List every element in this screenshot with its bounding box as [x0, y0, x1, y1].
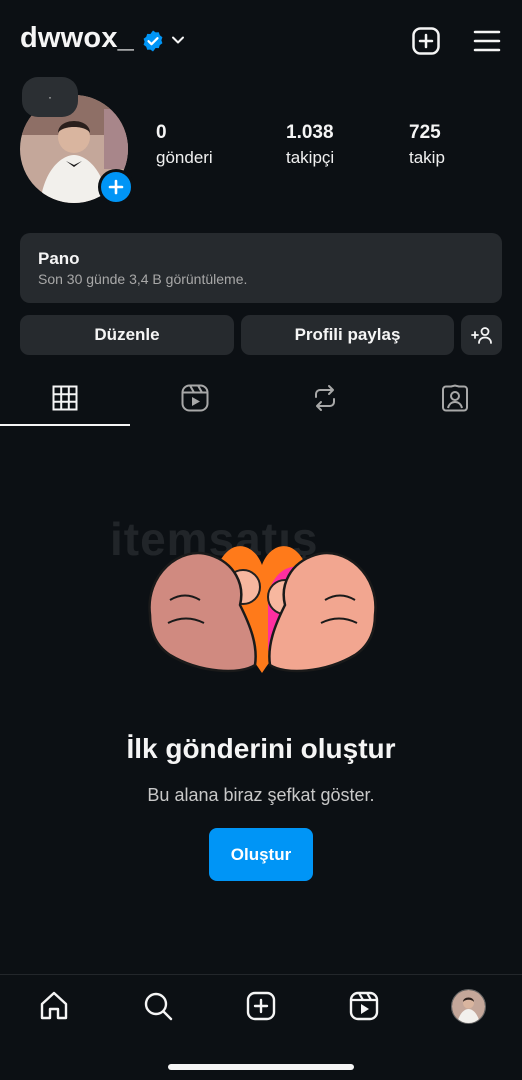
dashboard-card[interactable]: Pano Son 30 günde 3,4 B görüntüleme. [20, 233, 502, 303]
following-count: 725 [409, 122, 441, 143]
following-label: takip [409, 148, 445, 167]
add-person-button[interactable] [461, 315, 502, 355]
add-story-button[interactable] [98, 169, 134, 205]
top-bar: dwwox_ [0, 0, 522, 84]
share-profile-button[interactable]: Profili paylaş [241, 315, 454, 355]
tab-grid[interactable] [0, 370, 130, 426]
dashboard-title: Pano [38, 249, 80, 268]
posts-label: gönderi [156, 148, 213, 167]
followers-label: takipçi [286, 148, 335, 167]
new-post-icon[interactable] [411, 26, 441, 56]
tagged-icon [442, 384, 468, 412]
chevron-down-icon[interactable] [170, 32, 186, 48]
home-icon [40, 991, 68, 1020]
edit-profile-button[interactable]: Düzenle [20, 315, 234, 355]
home-indicator[interactable] [168, 1064, 354, 1070]
create-button[interactable]: Oluştur [209, 828, 313, 881]
nav-profile-avatar[interactable] [451, 989, 486, 1024]
followers-stat[interactable]: 1.038 takipçi [286, 122, 334, 168]
posts-count: 0 [156, 122, 167, 143]
nav-create[interactable] [244, 989, 278, 1023]
reels-icon [181, 384, 209, 412]
empty-state-subtitle: Bu alana biraz şefkat göster. [147, 785, 375, 805]
followers-count: 1.038 [286, 122, 334, 143]
tab-tagged[interactable] [390, 370, 520, 426]
reels-nav-icon [349, 991, 379, 1021]
nav-search[interactable] [141, 989, 175, 1023]
note-bubble[interactable]: · [22, 77, 78, 117]
profile-tabs [0, 370, 522, 426]
profile-avatar-area: · [20, 77, 134, 205]
tab-reposts[interactable] [260, 370, 390, 426]
following-stat[interactable]: 725 takip [409, 122, 445, 168]
nav-home[interactable] [37, 989, 71, 1023]
create-icon [246, 991, 276, 1021]
active-tab-indicator [0, 424, 130, 426]
dashboard-subtitle: Son 30 günde 3,4 B görüntüleme. [38, 271, 248, 287]
heart-hands-illustration [148, 546, 377, 673]
bottom-nav-divider [0, 974, 522, 975]
username-title[interactable]: dwwox_ [20, 22, 134, 55]
menu-icon[interactable] [472, 26, 502, 56]
verified-badge-icon [143, 30, 163, 52]
empty-state-title: İlk gönderini oluştur [126, 733, 396, 764]
tab-reels[interactable] [130, 370, 260, 426]
nav-reels[interactable] [347, 989, 381, 1023]
posts-stat[interactable]: 0 gönderi [156, 122, 213, 168]
reposts-icon [315, 385, 335, 411]
grid-icon [52, 385, 78, 411]
search-icon [144, 992, 173, 1021]
add-person-icon [470, 327, 492, 344]
